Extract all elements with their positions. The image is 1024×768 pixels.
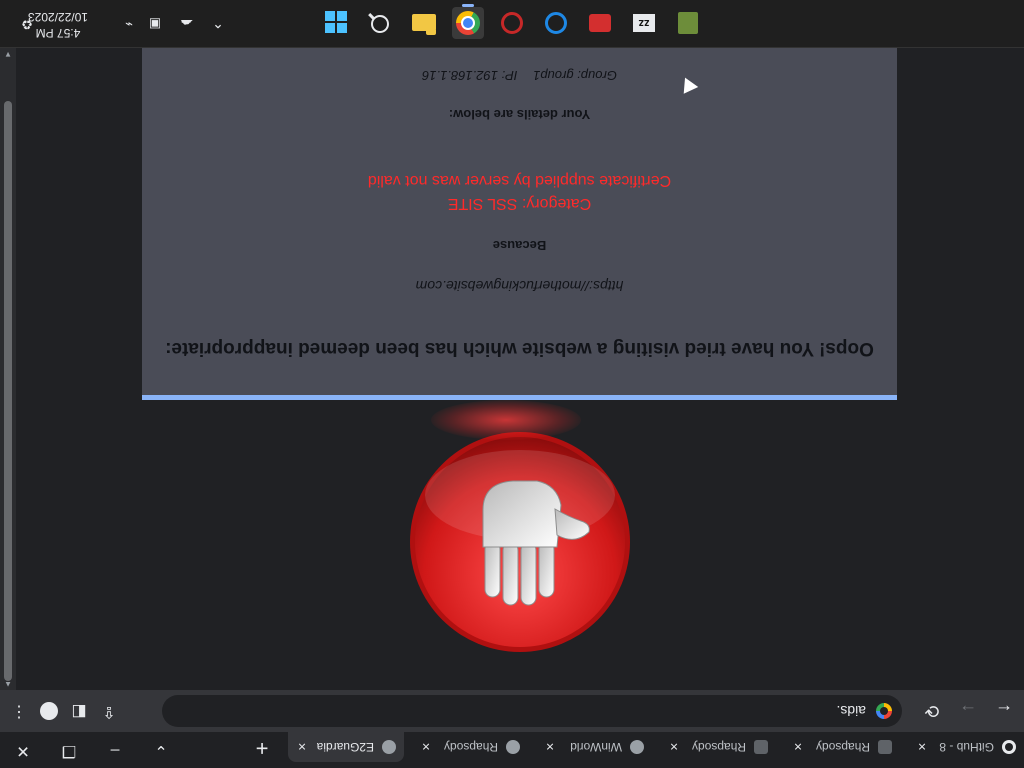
page-viewport: Oops! You have tried visiting a website … (0, 48, 1024, 690)
windows-icon (325, 11, 347, 33)
category-text: Category: SSL SITE (447, 195, 592, 212)
share-icon[interactable]: ⇪ (94, 696, 124, 726)
window-controls: ⌄ – ❐ ✕ (0, 732, 184, 768)
chevron-up-icon[interactable]: ⌃ (208, 13, 228, 33)
tab-close-icon[interactable]: × (294, 739, 310, 755)
block-reason: Category: SSL SITE Certificate supplied … (142, 169, 897, 215)
minimize-icon[interactable]: – (92, 732, 138, 768)
scroll-down-icon[interactable]: ▼ (0, 48, 16, 60)
close-window-icon[interactable]: ✕ (0, 732, 46, 768)
stop-hand-icon (410, 432, 630, 652)
start-button[interactable] (320, 7, 352, 39)
blue-app[interactable] (540, 7, 572, 39)
tab-label: Rhapsody (443, 740, 498, 754)
google-icon (876, 703, 892, 719)
search-app[interactable] (364, 7, 396, 39)
tab-close-icon[interactable]: × (418, 739, 434, 755)
refresh-app-icon (545, 12, 567, 34)
taskbar: zz ⌃ ☁ ▣ ⌁ ♻ 4:57 PM 10/22/2023 (0, 0, 1024, 48)
archive-icon: zz (633, 14, 655, 32)
scrollbar-thumb[interactable] (4, 101, 12, 681)
tab-label: GitHub - 8 (939, 740, 994, 754)
page-title: Oops! You have tried visiting a website … (165, 338, 874, 359)
group-text: Group: group1 (533, 68, 617, 83)
tab-close-icon[interactable]: × (666, 739, 682, 755)
tab-winworld[interactable]: WinWorld × (536, 732, 652, 762)
tab-github[interactable]: GitHub - 8 × (908, 732, 1024, 762)
media-app-icon (501, 12, 523, 34)
tab-rhapsody-3[interactable]: Rhapsody × (412, 732, 528, 762)
tab-rhapsody-1[interactable]: Rhapsody × (784, 732, 900, 762)
tab-rhapsody-2[interactable]: Rhapsody × (660, 732, 776, 762)
reload-icon[interactable]: ⟳ (916, 695, 948, 727)
new-tab-button[interactable]: + (248, 734, 276, 762)
cloud-icon[interactable]: ☁ (178, 15, 196, 33)
folder-icon (412, 14, 436, 31)
video-icon (589, 14, 611, 32)
github-icon (1002, 740, 1016, 754)
tab-e2guardian[interactable]: E2Guardia × (288, 732, 404, 762)
music-icon (754, 740, 768, 754)
tab-search-icon[interactable]: ⌄ (138, 732, 184, 768)
globe-icon (382, 740, 396, 754)
details-heading: Your details are below: (448, 107, 591, 122)
archive-app[interactable]: zz (628, 7, 660, 39)
tab-label: E2Guardia (316, 740, 374, 754)
because-label: Because (492, 238, 547, 253)
tab-close-icon[interactable]: × (542, 739, 558, 755)
address-bar[interactable]: aids. (162, 695, 902, 727)
blocked-url: https://motherfuckingwebsite.com (415, 278, 624, 294)
chrome-icon (456, 11, 480, 35)
back-icon[interactable]: ← (988, 695, 1020, 727)
tab-close-icon[interactable]: × (914, 739, 930, 755)
menu-icon[interactable]: ⋮ (4, 696, 34, 726)
globe-icon (630, 740, 644, 754)
browser-toolbar: ← → ⟳ aids. ⇪ ◧ ⋮ (0, 690, 1024, 732)
tab-label: Rhapsody (691, 740, 746, 754)
address-text: aids. (836, 703, 866, 719)
reason-text: Certificate supplied by server was not v… (367, 172, 672, 189)
tab-strip: GitHub - 8 × Rhapsody × Rhapsody × WinWo… (0, 732, 1024, 768)
maximize-icon[interactable]: ❐ (46, 732, 92, 768)
toolbar-actions: ⇪ ◧ ⋮ (4, 696, 124, 726)
search-icon (371, 15, 389, 33)
music-icon (878, 740, 892, 754)
calculator-app[interactable] (672, 7, 704, 39)
logo-glow (431, 400, 581, 440)
block-message-card: Oops! You have tried visiting a website … (142, 48, 897, 400)
calculator-icon (678, 12, 698, 34)
tab-label: Rhapsody (815, 740, 870, 754)
device-icon[interactable]: ▣ (146, 15, 164, 33)
date-text: 10/22/2023 (27, 10, 89, 24)
time-text: 4:57 PM (35, 26, 81, 40)
file-explorer-app[interactable] (408, 7, 440, 39)
video-app[interactable] (584, 7, 616, 39)
globe-icon (506, 740, 520, 754)
screen: GitHub - 8 × Rhapsody × Rhapsody × WinWo… (0, 0, 1024, 768)
clock[interactable]: 4:57 PM 10/22/2023 (12, 9, 104, 41)
network-icon[interactable]: ⌁ (120, 15, 138, 33)
profile-icon[interactable] (40, 702, 58, 720)
ip-text: IP: 192.168.1.16 (422, 68, 518, 83)
forward-icon[interactable]: → (952, 695, 984, 727)
tab-close-icon[interactable]: × (790, 739, 806, 755)
chrome-app[interactable] (452, 7, 484, 39)
tab-label: WinWorld (570, 740, 622, 754)
user-details: Group: group1 IP: 192.168.1.16 (142, 68, 897, 83)
sidepanel-icon[interactable]: ◧ (64, 696, 94, 726)
red-app[interactable] (496, 7, 528, 39)
scrollbar[interactable]: ▲ ▼ (0, 48, 16, 690)
